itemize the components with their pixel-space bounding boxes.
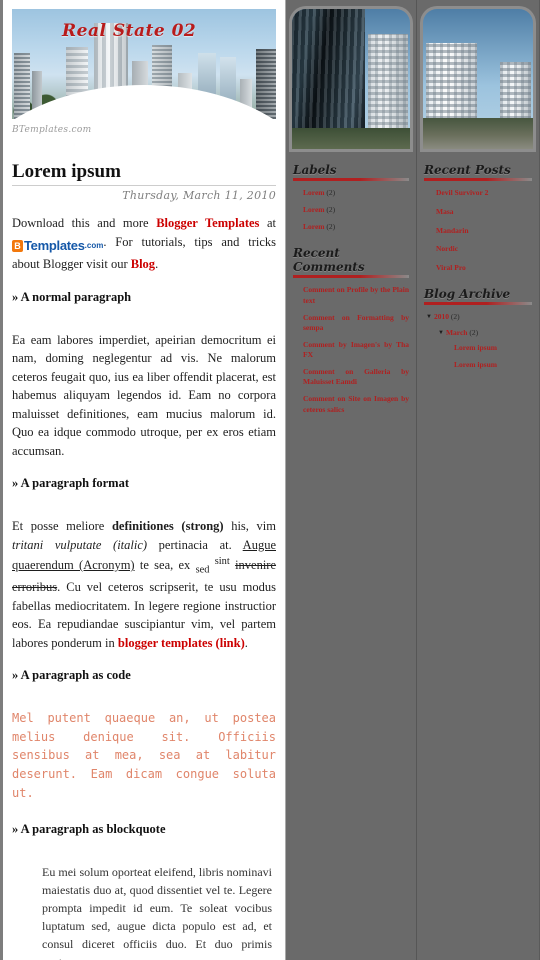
widget-recent-comments: Recent Comments Comment on Profile by th… [286, 246, 416, 414]
post-intro-paragraph: Download this and more Blogger Templates… [12, 214, 276, 274]
recent-comment-item[interactable]: Comment on Site on Imagen by ceteros sal… [303, 394, 409, 414]
label-item[interactable]: Lorem (2) [303, 222, 409, 232]
fmt-text-2: his, vim [223, 519, 276, 534]
sidebar-left-image [292, 9, 410, 149]
blockquote-paragraph: Eu mei solum oporteat eleifend, libris n… [42, 865, 272, 960]
btemplates-logo-tld: .com [84, 240, 104, 250]
label-item[interactable]: Lorem (2) [303, 205, 409, 215]
blog-archive-tree: ▼ 2010 (2) ▼ March (2) Lorem ipsum Lorem i… [424, 312, 532, 370]
recent-comment-item[interactable]: Comment on Formatting by sempa [303, 313, 409, 333]
archive-month-row: ▼ March (2) [438, 328, 532, 338]
blog-page: Real State 02 BTemplates.com Lorem ipsum… [0, 0, 540, 960]
label-text: Lorem [303, 205, 325, 215]
widget-title-blog-archive: Blog Archive [424, 287, 532, 305]
intro-text-2: at [259, 216, 276, 230]
fmt-italic: tritani vulputate (italic) [12, 537, 148, 552]
heading-paragraph-blockquote: » A paragraph as blockquote [12, 822, 166, 837]
archive-year-row: ▼ 2010 (2) [426, 312, 532, 322]
widget-title-labels: Labels [293, 163, 409, 181]
recent-post-item[interactable]: Viral Pro [436, 263, 532, 273]
sidebar-image-ground [292, 128, 410, 149]
recent-comment-item[interactable]: Comment by Imagen's by Tha FX [303, 340, 409, 360]
sidebar-left-image-wrap [286, 0, 416, 149]
recent-comment-item[interactable]: Comment on Galleria by Maluisset Eamdi [303, 367, 409, 387]
recent-comments-list: Comment on Profile by the Plain text Com… [293, 285, 409, 414]
blogger-templates-inline-link[interactable]: blogger templates (link) [118, 636, 245, 650]
fmt-text-3: pertinacia at. [147, 537, 243, 552]
format-paragraph: Et posse meliore definitiones (strong) h… [12, 517, 276, 652]
btemplates-logo-name: Templates [24, 237, 85, 253]
archive-month-count: (2) [469, 327, 479, 337]
intro-text-4: . [155, 257, 159, 272]
label-count: (2) [326, 188, 336, 197]
recent-comment-item[interactable]: Comment on Profile by the Plain text [303, 285, 409, 305]
archive-post-link[interactable]: Lorem ipsum [454, 343, 497, 352]
blogger-templates-link[interactable]: Blogger Templates [156, 216, 259, 230]
label-count: (2) [326, 222, 336, 232]
fmt-text-1: Et posse meliore [12, 519, 112, 534]
recent-posts-list: Devil Survivor 2 Masa Mandarin Nordic Vi… [424, 188, 532, 273]
archive-post-link[interactable]: Lorem ipsum [454, 360, 497, 369]
triangle-down-icon[interactable]: ▼ [426, 314, 432, 322]
code-paragraph: Mel putent quaeque an, ut postea melius … [12, 711, 276, 800]
fmt-text-6: . [244, 635, 248, 650]
widget-title-recent-posts: Recent Posts [424, 163, 532, 181]
widget-recent-posts: Recent Posts Devil Survivor 2 Masa Manda… [417, 163, 539, 273]
banner-building-texture [14, 53, 30, 119]
fmt-subscript: sed [195, 564, 210, 576]
recent-post-item[interactable]: Devil Survivor 2 [436, 188, 532, 198]
blog-title[interactable]: Real State 02 [62, 21, 196, 41]
label-text: Lorem [303, 188, 325, 197]
fmt-strong: definitiones (strong) [111, 519, 224, 534]
heading-normal-paragraph: » A normal paragraph [12, 289, 132, 304]
archive-post-row: Lorem ipsum [454, 360, 532, 370]
archive-month-link[interactable]: March [446, 328, 468, 337]
fmt-superscript: sint [214, 556, 230, 568]
labels-list: Lorem (2) Lorem (2) Lorem (2) [293, 188, 409, 232]
recent-post-item[interactable]: Nordic [436, 244, 532, 254]
main-content-column: Real State 02 BTemplates.com Lorem ipsum… [0, 0, 286, 960]
sidebar-right-image [423, 9, 533, 149]
blog-header-banner: Real State 02 [12, 9, 276, 119]
heading-paragraph-format: » A paragraph format [12, 476, 130, 491]
label-text: Lorem [303, 222, 325, 232]
sidebar-right-image-wrap [417, 0, 539, 149]
sidebar-left: Labels Lorem (2) Lorem (2) Lorem (2) Rec… [286, 0, 417, 960]
widget-labels: Labels Lorem (2) Lorem (2) Lorem (2) [286, 163, 416, 232]
sidebar-image-ground [423, 118, 533, 149]
intro-text-1: Download this and more [12, 216, 157, 230]
normal-paragraph: Ea eam labores imperdiet, apeirian democ… [12, 332, 276, 458]
archive-post-row: Lorem ipsum [454, 343, 532, 353]
post-title[interactable]: Lorem ipsum [12, 161, 276, 183]
banner-building-texture [256, 49, 276, 119]
archive-year-link[interactable]: 2010 [434, 312, 449, 321]
blog-link[interactable]: Blog [131, 257, 155, 271]
recent-post-item[interactable]: Masa [436, 207, 532, 217]
recent-post-item[interactable]: Mandarin [436, 226, 532, 236]
post-date: Thursday, March 11, 2010 [122, 189, 276, 202]
btemplates-logo[interactable]: B Templates .com [12, 236, 103, 255]
widget-blog-archive: Blog Archive ▼ 2010 (2) ▼ March (2) Lorem … [417, 287, 539, 370]
fmt-text-4: te sea, ex [134, 558, 196, 573]
label-item[interactable]: Lorem (2) [303, 188, 409, 198]
heading-paragraph-code: » A paragraph as code [12, 668, 131, 683]
label-count: (2) [326, 205, 336, 215]
widget-title-recent-comments: Recent Comments [293, 246, 409, 279]
title-divider [12, 185, 276, 186]
triangle-down-icon[interactable]: ▼ [438, 330, 444, 338]
btemplates-logo-badge: B [12, 239, 23, 252]
archive-year-count: (2) [450, 311, 460, 321]
sidebar-right: Recent Posts Devil Survivor 2 Masa Manda… [417, 0, 539, 960]
template-credit: BTemplates.com [12, 125, 92, 135]
